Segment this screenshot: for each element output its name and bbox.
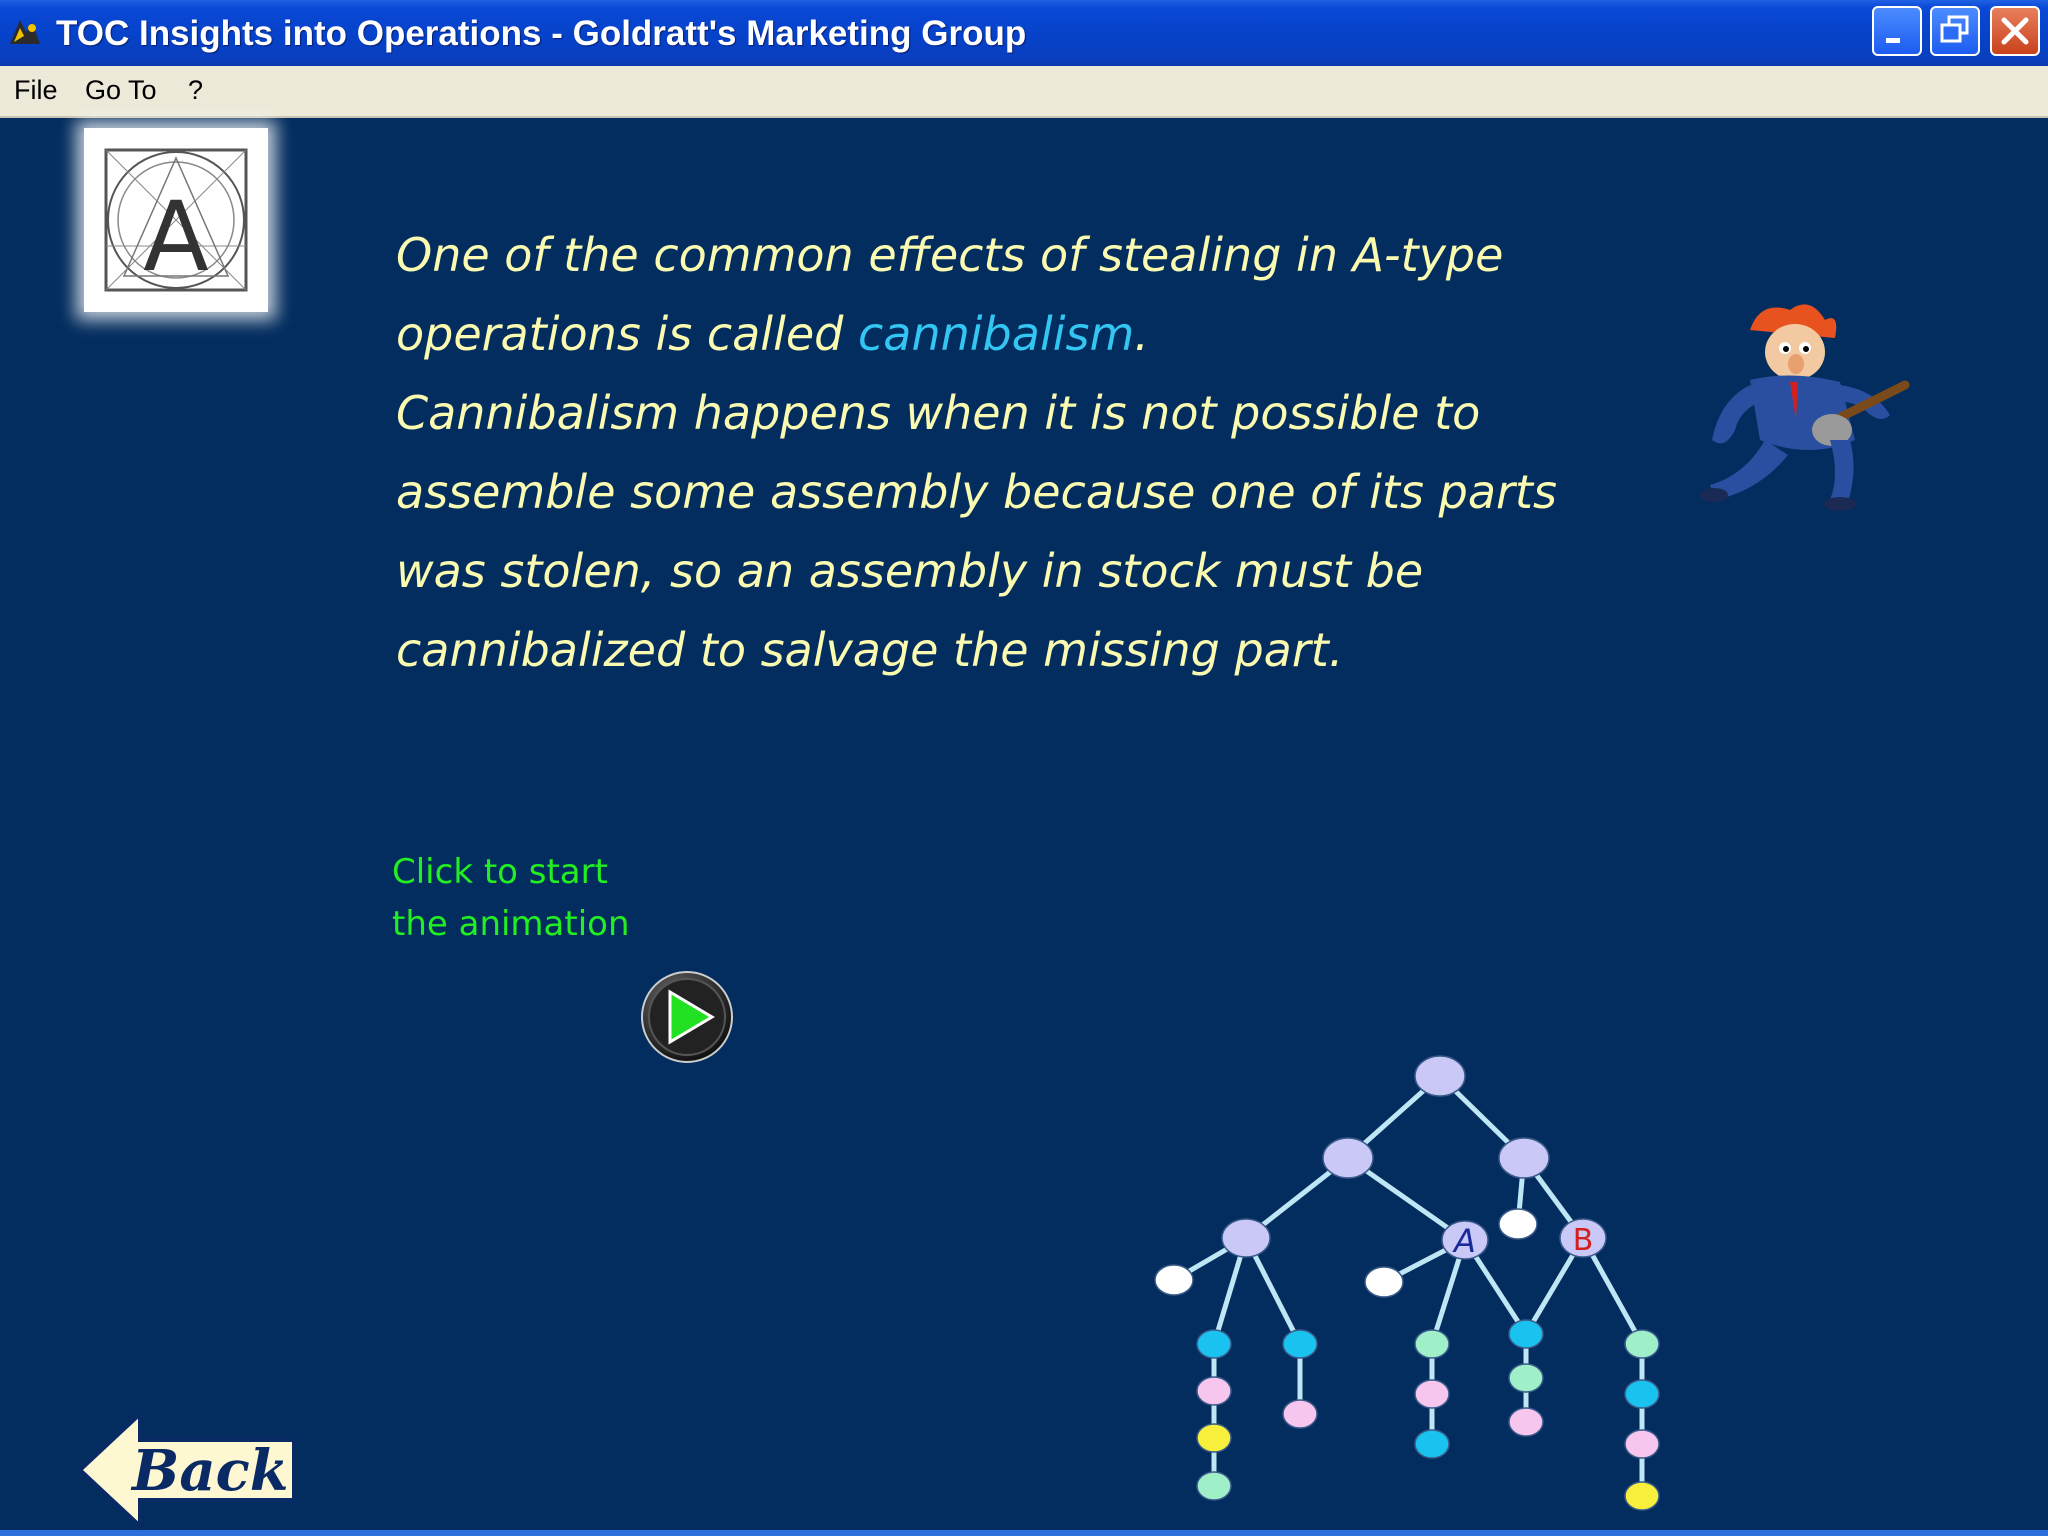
play-animation-button[interactable] <box>640 970 734 1064</box>
tree-leaf-node <box>1196 1471 1232 1501</box>
app-icon[interactable] <box>6 14 44 52</box>
tree-leaf-node <box>1196 1329 1232 1359</box>
tree-leaf-node <box>1624 1481 1660 1511</box>
tree-edges <box>1172 1074 1645 1496</box>
tree-root-node <box>1414 1055 1466 1097</box>
a-type-logo: A <box>84 128 268 312</box>
tree-leaf-node <box>1196 1423 1232 1453</box>
menu-file[interactable]: File <box>14 75 58 106</box>
tree-node-a-label: A <box>1452 1222 1476 1260</box>
lesson-text: One of the common effects of stealing in… <box>396 216 1696 690</box>
tree-leaf-node <box>1624 1379 1660 1409</box>
close-icon <box>2001 17 2029 45</box>
start-animation-label-line1: Click to start <box>392 852 608 892</box>
svg-text:A: A <box>143 181 209 293</box>
lesson-line: operations is called cannibalism. <box>396 295 1696 374</box>
tree-node <box>1221 1218 1271 1258</box>
minimize-button[interactable] <box>1872 6 1922 56</box>
lesson-line-suffix: . <box>1134 307 1149 361</box>
restore-icon <box>1940 15 1969 43</box>
thief-character-illustration <box>1700 304 1910 511</box>
tree-node <box>1498 1137 1550 1179</box>
menu-go-to[interactable]: Go To <box>85 75 157 106</box>
back-button-label[interactable]: Back <box>132 1438 289 1504</box>
tree-leaf-node <box>1414 1429 1450 1459</box>
a-type-product-structure-diagram: A B <box>1154 1055 1660 1511</box>
main-content: A One of the common effects of stealing … <box>0 118 2048 1536</box>
tree-leaf-node <box>1508 1363 1544 1393</box>
start-animation-label-line2: the animation <box>392 904 630 944</box>
lesson-line-prefix: operations is called <box>396 307 858 361</box>
tree-leaf-node <box>1282 1329 1318 1359</box>
tree-node <box>1322 1137 1374 1179</box>
restore-button[interactable] <box>1930 6 1980 56</box>
tree-leaf-node <box>1414 1379 1450 1409</box>
start-animation-label[interactable]: Click to start the animation <box>392 846 630 950</box>
lesson-line: assemble some assembly because one of it… <box>396 465 1557 519</box>
tree-leaf-node <box>1508 1407 1544 1437</box>
tree-leaf-node <box>1282 1399 1318 1429</box>
window-title: TOC Insights into Operations - Goldratt'… <box>56 14 1027 53</box>
lesson-line: One of the common effects of stealing in… <box>396 228 1504 282</box>
tree-leaf-node <box>1196 1376 1232 1406</box>
cannibalism-term: cannibalism <box>857 307 1135 361</box>
menu-help[interactable]: ? <box>188 75 203 106</box>
tree-node-b-label: B <box>1573 1223 1594 1258</box>
lesson-line: Cannibalism happens when it is not possi… <box>396 386 1481 440</box>
tree-leaf-node <box>1624 1329 1660 1359</box>
tree-leaf-node <box>1414 1329 1450 1359</box>
lesson-line: was stolen, so an assembly in stock must… <box>396 544 1424 598</box>
a-type-logo-icon: A <box>104 148 248 293</box>
tree-node <box>1364 1266 1404 1298</box>
tree-leaf-node <box>1624 1429 1660 1459</box>
tree-leaf-node <box>1508 1319 1544 1349</box>
close-button[interactable] <box>1990 6 2040 56</box>
title-bar[interactable]: TOC Insights into Operations - Goldratt'… <box>0 0 2048 66</box>
menu-bar: File Go To ? <box>0 66 2048 118</box>
tree-node <box>1498 1208 1538 1240</box>
tree-node <box>1154 1264 1194 1296</box>
lesson-line: cannibalized to salvage the missing part… <box>396 623 1344 677</box>
bottom-edge <box>0 1530 2048 1536</box>
minimize-icon <box>1886 38 1900 43</box>
